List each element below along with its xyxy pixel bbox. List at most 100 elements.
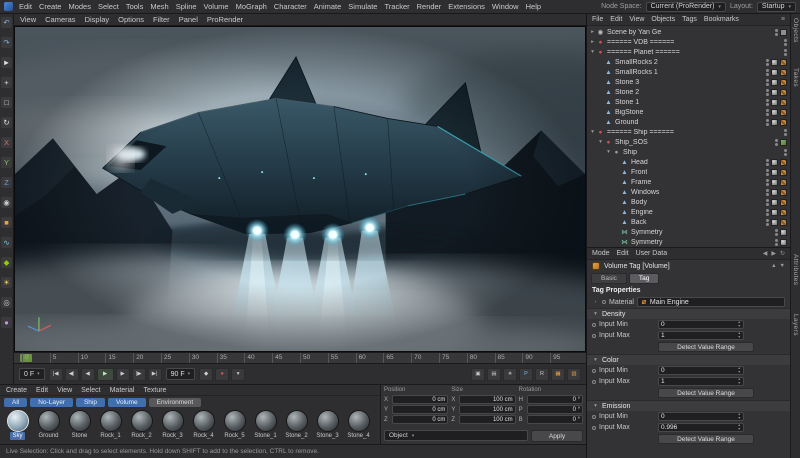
layer-tab-environment[interactable]: Environment (148, 398, 202, 407)
material-tag-icon[interactable] (780, 88, 787, 96)
visibility-dot-icon[interactable] (766, 192, 769, 196)
density-input-max-field[interactable]: 1 ▲ ▼ (658, 331, 744, 340)
visibility-dots[interactable] (766, 198, 769, 206)
materials-menu-edit[interactable]: Edit (36, 387, 48, 394)
attr-tab-basic[interactable]: Basic (591, 273, 627, 284)
add-spline-icon[interactable]: ∿ (1, 237, 12, 248)
menu-spline[interactable]: Spline (176, 2, 197, 11)
menu-mesh[interactable]: Mesh (150, 2, 168, 11)
panel-tab-layers[interactable]: Layers (792, 314, 799, 336)
visibility-dots[interactable] (784, 38, 787, 46)
timeline-tick[interactable]: 75 (438, 353, 467, 363)
transport-next-frame-button[interactable]: ▶ (115, 367, 130, 381)
timeline-tick[interactable]: 95 (550, 353, 578, 363)
phong-tag-icon[interactable] (780, 228, 787, 236)
layer-tab-no-layer[interactable]: No-Layer (30, 398, 73, 407)
visibility-dot-icon[interactable] (766, 72, 769, 76)
coord-field-size-z[interactable]: 100 cm (459, 415, 516, 424)
section-header-density[interactable]: ▾ Density (587, 308, 790, 319)
render-settings-button[interactable]: ∗ (503, 367, 517, 381)
coordinate-system-icon[interactable]: ◉ (1, 197, 12, 208)
timeline-tick[interactable]: 45 (272, 353, 300, 363)
expand-arrow-icon[interactable]: ▾ (592, 311, 599, 317)
keyframe-dot[interactable] (602, 300, 606, 304)
keyframe-dot[interactable] (592, 333, 596, 338)
materials-menu-view[interactable]: View (57, 387, 72, 394)
material-tag-icon[interactable] (780, 208, 787, 216)
materials-menu-create[interactable]: Create (6, 387, 27, 394)
phong-tag-icon[interactable] (771, 88, 778, 96)
expand-arrow-icon[interactable]: ▸ (589, 29, 596, 35)
timeline-ruler[interactable]: 0 5 10 15 20 25 30 35 40 45 50 55 60 65 70 75 80 85 90 95 (14, 352, 586, 364)
emission-input-max-field[interactable]: 0.996 ▲ ▼ (658, 423, 744, 432)
texture-view-button[interactable]: ▦ (551, 367, 565, 381)
transport-next-key-button[interactable]: |▶ (131, 367, 146, 381)
detect-value-range-button[interactable]: Detect Value Range (658, 342, 754, 352)
phong-tag-icon[interactable] (771, 158, 778, 166)
transport-prev-frame-button[interactable]: ◀ (80, 367, 95, 381)
object-row-vdb[interactable]: ▸ ● ====== VDB ====== (587, 37, 790, 47)
attr-menu-mode[interactable]: Mode (592, 250, 610, 257)
menu-tools[interactable]: Tools (126, 2, 144, 11)
material-tag-icon[interactable] (780, 158, 787, 166)
visibility-dot-icon[interactable] (784, 42, 787, 46)
materials-menu-select[interactable]: Select (81, 387, 100, 394)
viewport-menu-options[interactable]: Options (118, 15, 144, 24)
node-space-dropdown[interactable]: Current (ProRender) ▾ (645, 1, 726, 12)
spinner-icon[interactable]: ▲ ▼ (738, 423, 741, 431)
menu-select[interactable]: Select (98, 2, 119, 11)
visibility-dot-icon[interactable] (766, 88, 769, 92)
materials-menu-material[interactable]: Material (110, 387, 135, 394)
timeline-tick[interactable]: 35 (216, 353, 245, 363)
transport-goto-start-button[interactable]: |◀ (48, 367, 63, 381)
material-tag-icon[interactable] (780, 118, 787, 126)
apply-button[interactable]: Apply (531, 430, 583, 442)
attr-menu-edit[interactable]: Edit (617, 250, 629, 257)
visibility-dot-icon[interactable] (766, 78, 769, 82)
visibility-dot-icon[interactable] (766, 182, 769, 186)
nav-forward-icon[interactable]: ▶ (771, 250, 776, 257)
visibility-dots[interactable] (766, 118, 769, 126)
visibility-dot-icon[interactable] (766, 98, 769, 102)
spinner-icon[interactable]: ▲ ▼ (738, 377, 741, 385)
coord-field-rotation-h[interactable]: 0 ° (526, 395, 583, 404)
material-tag-icon[interactable] (780, 178, 787, 186)
timeline-tick[interactable]: 65 (383, 353, 411, 363)
visibility-dot-icon[interactable] (766, 68, 769, 72)
add-generator-icon[interactable]: ◆ (1, 257, 12, 268)
visibility-dot-icon[interactable] (766, 158, 769, 162)
visibility-dot-icon[interactable] (766, 172, 769, 176)
material-tag-icon[interactable] (780, 98, 787, 106)
color-input-max-field[interactable]: 1 ▲ ▼ (658, 377, 744, 386)
coord-field-size-y[interactable]: 100 cm (459, 405, 516, 414)
visibility-dot-icon[interactable] (766, 168, 769, 172)
keyframe-dot[interactable] (592, 414, 596, 419)
visibility-dot-icon[interactable] (766, 82, 769, 86)
visibility-dots[interactable] (766, 168, 769, 176)
coordinate-mode-dropdown[interactable]: Object ▾ (384, 430, 528, 441)
phong-tag-icon[interactable] (780, 238, 787, 246)
object-row-stone-2[interactable]: ▲ Stone 2 (587, 87, 790, 97)
object-row-engine[interactable]: ▲ Engine (587, 207, 790, 217)
viewport[interactable] (14, 26, 586, 352)
nav-back-icon[interactable]: ◀ (763, 250, 768, 257)
visibility-dot-icon[interactable] (766, 62, 769, 66)
visibility-dot-icon[interactable] (766, 178, 769, 182)
visibility-dots[interactable] (784, 128, 787, 136)
object-row-planet[interactable]: ▾ ● ====== Planet ====== (587, 47, 790, 57)
material-tag-icon[interactable] (780, 198, 787, 206)
object-row-symmetry[interactable]: ⋈ Symmetry (587, 227, 790, 237)
visibility-dot-icon[interactable] (775, 242, 778, 246)
visibility-dot-icon[interactable] (775, 228, 778, 232)
timeline-tick[interactable]: 0 (22, 353, 50, 363)
timeline-tick[interactable]: 40 (244, 353, 272, 363)
timeline-tick[interactable]: 25 (160, 353, 189, 363)
script-tag-icon[interactable] (780, 28, 787, 36)
phong-tag-icon[interactable] (771, 188, 778, 196)
phong-tag-icon[interactable] (771, 108, 778, 116)
timeline-tick[interactable]: 90 (522, 353, 550, 363)
material-stone-3[interactable]: Stone_3 (313, 410, 342, 443)
material-rock-5[interactable]: Rock_5 (220, 410, 249, 443)
phong-tag-icon[interactable] (771, 98, 778, 106)
object-row-ship[interactable]: ▾ ● Ship (587, 147, 790, 157)
